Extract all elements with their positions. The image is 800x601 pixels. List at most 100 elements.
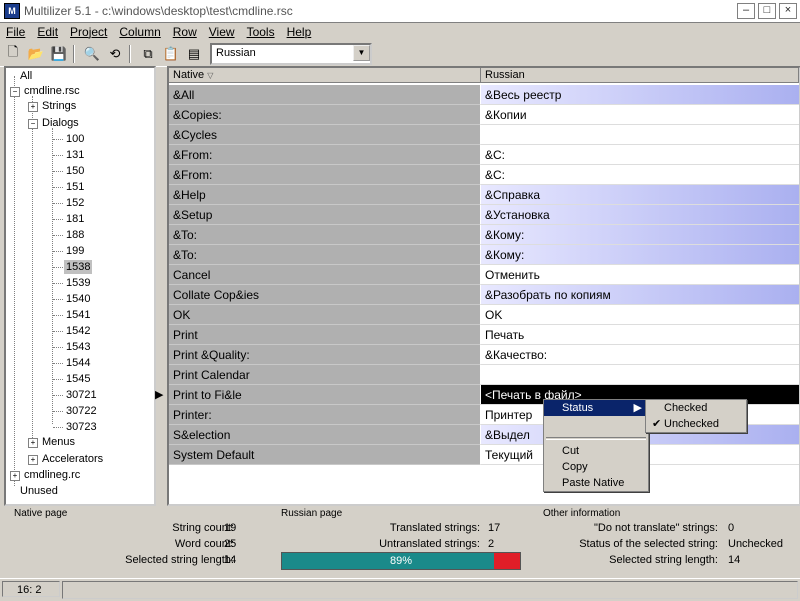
menu-file[interactable]: File (0, 25, 31, 39)
translation-grid[interactable]: Native ▽ Russian &All &Весь реестр &Copies… (167, 66, 800, 506)
table-row[interactable]: Print Calendar (169, 365, 799, 385)
expand-icon[interactable]: + (28, 102, 38, 112)
tree-item-dialog[interactable]: 1538 (64, 260, 93, 274)
menu-tools[interactable]: Tools (241, 25, 281, 39)
tree-item-dialog[interactable]: 30722 (64, 404, 99, 418)
cell-native[interactable]: Printer: (169, 405, 481, 425)
expand-icon[interactable]: + (10, 471, 20, 481)
table-row[interactable]: &Help &Справка (169, 185, 799, 205)
cell-russian[interactable]: &Кому: (481, 225, 799, 245)
tree-item-dialog[interactable]: 1540 (64, 292, 92, 306)
cell-russian[interactable]: &Установка (481, 205, 799, 225)
cell-native[interactable]: &All (169, 85, 481, 105)
cell-native[interactable]: Print Calendar (169, 365, 481, 385)
table-row[interactable]: &Cycles (169, 125, 799, 145)
tree-item-dialog[interactable]: 152 (64, 196, 86, 210)
table-row[interactable]: Print &Quality: &Качество: (169, 345, 799, 365)
table-row[interactable]: Cancel Отменить (169, 265, 799, 285)
cell-native[interactable]: &From: (169, 165, 481, 185)
paste-icon[interactable]: 📋 (161, 44, 181, 64)
table-row[interactable]: OK OK (169, 305, 799, 325)
copy-icon[interactable]: ⧉ (138, 44, 158, 64)
cell-native[interactable]: Collate Cop&ies (169, 285, 481, 305)
tree-item-dialog[interactable]: 181 (64, 212, 86, 226)
tree-item-dialog[interactable]: 151 (64, 180, 86, 194)
expand-icon[interactable]: + (28, 438, 38, 448)
tree-item-dialog[interactable]: 1539 (64, 276, 92, 290)
submenu-item-unchecked[interactable]: ✔ Unchecked (646, 416, 746, 432)
menu-item-copy[interactable]: Copy (544, 459, 648, 475)
save-icon[interactable]: 💾 (49, 44, 69, 64)
replace-icon[interactable]: ⟲ (105, 44, 125, 64)
cell-native[interactable]: Print to Fi&le (169, 385, 481, 405)
table-row[interactable]: System Default Текущий (169, 445, 799, 465)
column-header-russian[interactable]: Russian (481, 68, 799, 83)
maximize-icon[interactable]: □ (758, 3, 776, 19)
cell-native[interactable]: &Setup (169, 205, 481, 225)
cell-russian[interactable]: &C: (481, 165, 799, 185)
chevron-down-icon[interactable]: ▼ (353, 45, 370, 61)
cell-russian[interactable]: &Справка (481, 185, 799, 205)
menu-help[interactable]: Help (281, 25, 318, 39)
menu-edit[interactable]: Edit (31, 25, 64, 39)
table-row[interactable]: &Copies: &Копии (169, 105, 799, 125)
table-row[interactable]: &To: &Кому: (169, 225, 799, 245)
cell-russian[interactable]: &C: (481, 145, 799, 165)
language-select[interactable]: Russian ▼ (210, 43, 372, 65)
tree-item-unused[interactable]: Unused (20, 484, 58, 498)
cell-russian[interactable]: &Весь реестр (481, 85, 799, 105)
expand-icon[interactable]: + (28, 455, 38, 465)
cell-native[interactable]: &To: (169, 245, 481, 265)
table-row[interactable]: &From: &C: (169, 165, 799, 185)
tree-item-all[interactable]: All (20, 69, 32, 83)
tree-item-dialog[interactable]: 30723 (64, 420, 99, 434)
collapse-icon[interactable]: − (10, 87, 20, 97)
tree-item-dialog[interactable]: 1541 (64, 308, 92, 322)
cell-native[interactable]: Cancel (169, 265, 481, 285)
tree-item-dialog[interactable]: 1545 (64, 372, 92, 386)
menu-item-paste-native[interactable]: Paste Native (544, 475, 648, 491)
tree-item-dialog[interactable]: 188 (64, 228, 86, 242)
cell-russian[interactable]: &Копии (481, 105, 799, 125)
menu-column[interactable]: Column (113, 25, 166, 39)
cell-native[interactable]: S&election (169, 425, 481, 445)
menu-item-status[interactable]: Status ▶ (544, 400, 648, 416)
cell-native[interactable]: &Cycles (169, 125, 481, 145)
tree-item-file2[interactable]: + cmdlineg.rc (10, 468, 80, 482)
cell-native[interactable]: &To: (169, 225, 481, 245)
minimize-icon[interactable]: – (737, 3, 755, 19)
cell-russian[interactable]: Печать (481, 325, 799, 345)
table-row[interactable]: Print Печать (169, 325, 799, 345)
menu-view[interactable]: View (203, 25, 241, 39)
cell-russian[interactable] (481, 365, 799, 385)
table-row[interactable]: &To: &Кому: (169, 245, 799, 265)
tree-item-dialog[interactable]: 131 (64, 148, 86, 162)
cell-russian[interactable]: &Кому: (481, 245, 799, 265)
cell-native[interactable]: &Copies: (169, 105, 481, 125)
tree-item-menus[interactable]: + Menus (28, 435, 75, 449)
table-row[interactable]: &From: &C: (169, 145, 799, 165)
table-row[interactable]: Collate Cop&ies &Разобрать по копиям (169, 285, 799, 305)
cell-native[interactable]: OK (169, 305, 481, 325)
tree-item-dialog[interactable]: 150 (64, 164, 86, 178)
tree-item-dialog[interactable]: 1542 (64, 324, 92, 338)
cell-native[interactable]: Print &Quality: (169, 345, 481, 365)
submenu-item-checked[interactable]: Checked (646, 400, 746, 416)
menu-project[interactable]: Project (64, 25, 113, 39)
tree-item-strings[interactable]: + Strings (28, 99, 76, 113)
find-icon[interactable]: 🔍 (82, 44, 102, 64)
tree-item-dialogs[interactable]: − Dialogs (28, 116, 79, 130)
cell-native[interactable]: &Help (169, 185, 481, 205)
tree-item-dialog[interactable]: 30721 (64, 388, 99, 402)
tree-item-dialog[interactable]: 199 (64, 244, 86, 258)
cell-russian[interactable]: &Разобрать по копиям (481, 285, 799, 305)
tree-item-accelerators[interactable]: + Accelerators (28, 452, 103, 466)
properties-icon[interactable]: ▤ (184, 44, 204, 64)
cell-native[interactable]: System Default (169, 445, 481, 465)
tree-item-dialog[interactable]: 1543 (64, 340, 92, 354)
cell-russian[interactable]: &Качество: (481, 345, 799, 365)
cell-russian[interactable]: Отменить (481, 265, 799, 285)
project-tree[interactable]: All − cmdline.rsc + Strings − Dialogs 100 13… (4, 66, 156, 506)
cell-native[interactable]: &From: (169, 145, 481, 165)
collapse-icon[interactable]: − (28, 119, 38, 129)
